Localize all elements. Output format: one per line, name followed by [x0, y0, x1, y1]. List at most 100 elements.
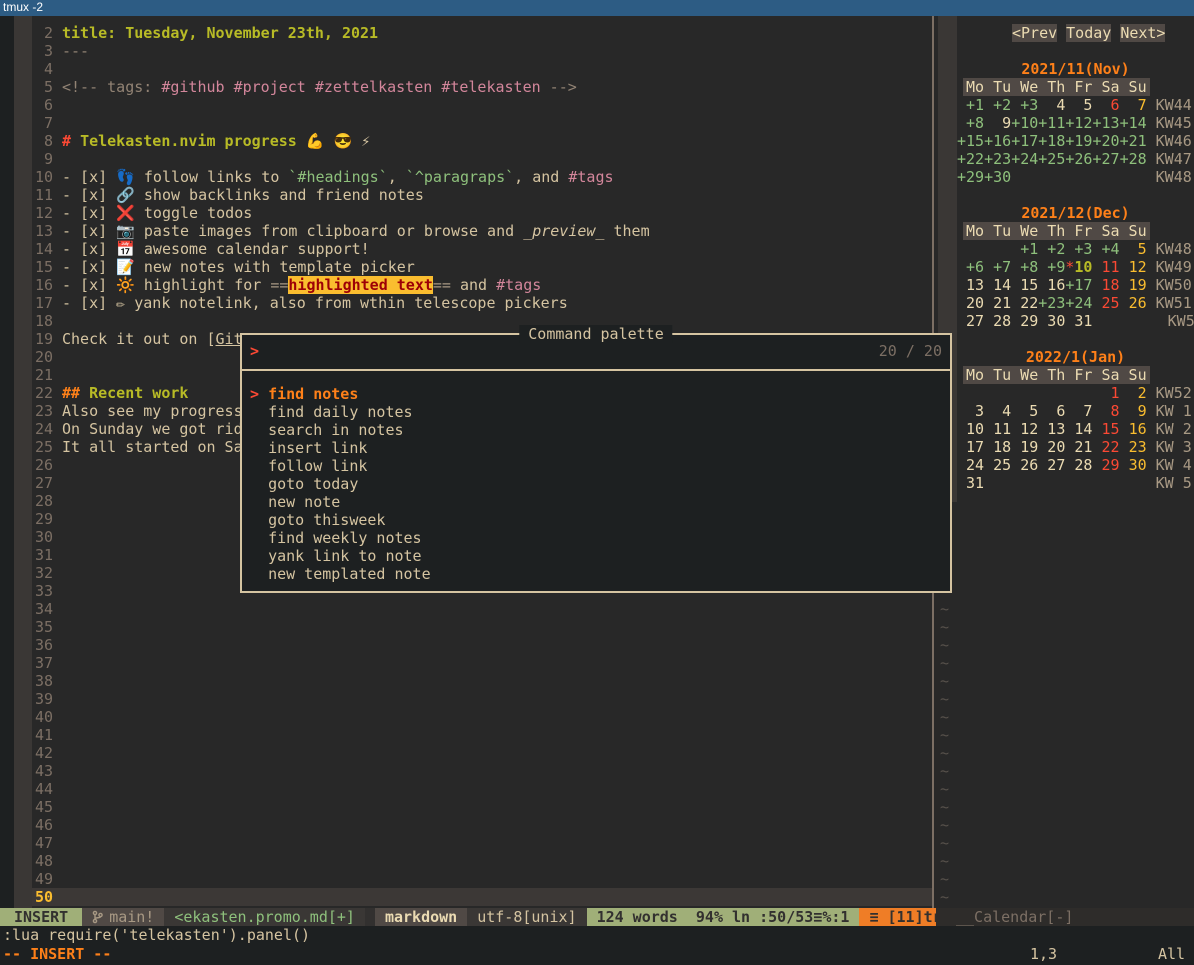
calendar-day[interactable]: 29 [1011, 312, 1038, 330]
palette-item[interactable]: find daily notes [242, 403, 950, 421]
calendar-day[interactable]: +22 [957, 150, 984, 168]
calendar-day[interactable]: +24 [1065, 294, 1092, 312]
calendar-day[interactable]: +25 [1038, 150, 1065, 168]
next-button[interactable]: Next> [1120, 24, 1165, 42]
palette-item[interactable]: new note [242, 493, 950, 511]
calendar-day[interactable]: 13 [957, 276, 984, 294]
calendar-day[interactable]: 12 [1120, 258, 1147, 276]
calendar-day[interactable]: +28 [1120, 150, 1147, 168]
calendar-day[interactable]: 13 [1038, 420, 1065, 438]
calendar-day[interactable]: 11 [984, 420, 1011, 438]
editor-line[interactable]: 50 [0, 888, 932, 906]
palette-item[interactable]: insert link [242, 439, 950, 457]
command-palette-results[interactable]: > find notes find daily notes search in … [240, 371, 952, 593]
calendar-day[interactable]: +2 [984, 96, 1011, 114]
calendar-day[interactable]: 19 [1011, 438, 1038, 456]
calendar-day[interactable]: 5 [1120, 240, 1147, 258]
calendar-day[interactable]: +26 [1065, 150, 1092, 168]
calendar-day[interactable]: 26 [1120, 294, 1147, 312]
calendar-day[interactable]: 16 [1120, 420, 1147, 438]
calendar-day[interactable]: 20 [1038, 438, 1065, 456]
calendar-day[interactable]: +11 [1038, 114, 1065, 132]
calendar-day[interactable]: +13 [1092, 114, 1119, 132]
calendar-day[interactable]: 31 [1065, 312, 1092, 330]
calendar-day[interactable]: +12 [1065, 114, 1092, 132]
palette-item[interactable]: goto today [242, 475, 950, 493]
calendar-day[interactable]: 24 [957, 456, 984, 474]
calendar-day[interactable]: 25 [1092, 294, 1119, 312]
calendar-day[interactable]: 28 [1065, 456, 1092, 474]
calendar-day[interactable]: 15 [1092, 420, 1119, 438]
calendar-day[interactable]: 18 [984, 438, 1011, 456]
calendar-day[interactable]: 10 [957, 420, 984, 438]
calendar-day[interactable]: +8 [1011, 258, 1038, 276]
calendar-day[interactable]: 4 [1038, 96, 1065, 114]
editor-line[interactable]: 4 [0, 60, 932, 78]
editor-line[interactable]: 18 [0, 312, 932, 330]
editor-line[interactable]: 41 [0, 726, 932, 744]
calendar-day[interactable]: +21 [1120, 132, 1147, 150]
calendar-day[interactable]: 23 [1120, 438, 1147, 456]
calendar-day[interactable]: +3 [1011, 96, 1038, 114]
calendar-day[interactable]: 29 [1092, 456, 1119, 474]
editor-line[interactable]: 3--- [0, 42, 932, 60]
editor-line[interactable]: 10- [x] 👣 follow links to `#headings`, `… [0, 168, 932, 186]
calendar-day[interactable]: 3 [957, 402, 984, 420]
calendar-day[interactable]: 5 [1065, 96, 1092, 114]
palette-item[interactable]: search in notes [242, 421, 950, 439]
calendar-day[interactable]: 7 [1120, 96, 1147, 114]
editor-line[interactable]: 9 [0, 150, 932, 168]
calendar-day[interactable]: 8 [1092, 402, 1119, 420]
editor-line[interactable]: 42 [0, 744, 932, 762]
editor-line[interactable]: 5<!-- tags: #github #project #zettelkast… [0, 78, 932, 96]
editor-line[interactable]: 13- [x] 📷 paste images from clipboard or… [0, 222, 932, 240]
editor-line[interactable]: 17- [x] ✏ yank notelink, also from wthin… [0, 294, 932, 312]
editor-line[interactable]: 48 [0, 852, 932, 870]
calendar-day[interactable]: 20 [957, 294, 984, 312]
calendar-day[interactable]: 12 [1011, 420, 1038, 438]
calendar-day[interactable]: +30 [984, 168, 1011, 186]
editor-line[interactable]: 7 [0, 114, 932, 132]
calendar-day[interactable]: +17 [1065, 276, 1092, 294]
command-palette-prompt[interactable]: Command palette > 20 / 20 [240, 333, 952, 371]
editor-line[interactable]: 8# Telekasten.nvim progress 💪 😎 ⚡ [0, 132, 932, 150]
calendar-day[interactable]: +29 [957, 168, 984, 186]
editor-line[interactable]: 16- [x] 🔆 highlight for ==highlighted te… [0, 276, 932, 294]
palette-item[interactable]: find weekly notes [242, 529, 950, 547]
calendar-day[interactable]: +23 [984, 150, 1011, 168]
calendar-day[interactable]: 27 [957, 312, 984, 330]
calendar-day[interactable]: 19 [1120, 276, 1147, 294]
palette-item[interactable]: goto thisweek [242, 511, 950, 529]
calendar-day[interactable]: +10 [1011, 114, 1038, 132]
calendar-day[interactable]: 28 [984, 312, 1011, 330]
calendar-day[interactable]: 22 [1011, 294, 1038, 312]
calendar-day[interactable]: +9 [1038, 258, 1065, 276]
calendar-day[interactable]: 15 [1011, 276, 1038, 294]
palette-item[interactable]: yank link to note [242, 547, 950, 565]
calendar-day[interactable]: +19 [1065, 132, 1092, 150]
editor-line[interactable]: 12- [x] ❌ toggle todos [0, 204, 932, 222]
palette-item[interactable]: follow link [242, 457, 950, 475]
editor-line[interactable]: 36 [0, 636, 932, 654]
calendar-day[interactable]: 14 [1065, 420, 1092, 438]
prev-button[interactable]: <Prev [1012, 24, 1057, 42]
editor-line[interactable]: 39 [0, 690, 932, 708]
editor-line[interactable]: 47 [0, 834, 932, 852]
calendar-day[interactable]: 6 [1038, 402, 1065, 420]
calendar-day[interactable]: 9 [984, 114, 1011, 132]
calendar-day[interactable]: 27 [1038, 456, 1065, 474]
editor-line[interactable]: 15- [x] 📝 new notes with template picker [0, 258, 932, 276]
calendar-day[interactable]: +7 [984, 258, 1011, 276]
calendar-day[interactable]: +2 [1038, 240, 1065, 258]
calendar-day[interactable]: +1 [1011, 240, 1038, 258]
today-button[interactable]: Today [1066, 24, 1111, 42]
calendar-day[interactable]: 18 [1092, 276, 1119, 294]
palette-item[interactable]: new templated note [242, 565, 950, 583]
calendar-day[interactable]: 1 [1092, 384, 1119, 402]
calendar-day[interactable]: 26 [1011, 456, 1038, 474]
command-line[interactable]: :lua require('telekasten').panel() [0, 926, 1194, 944]
calendar-day[interactable]: 31 [957, 474, 984, 492]
calendar-day[interactable]: +6 [957, 258, 984, 276]
editor-line[interactable]: 6 [0, 96, 932, 114]
calendar-day[interactable]: +17 [1011, 132, 1038, 150]
